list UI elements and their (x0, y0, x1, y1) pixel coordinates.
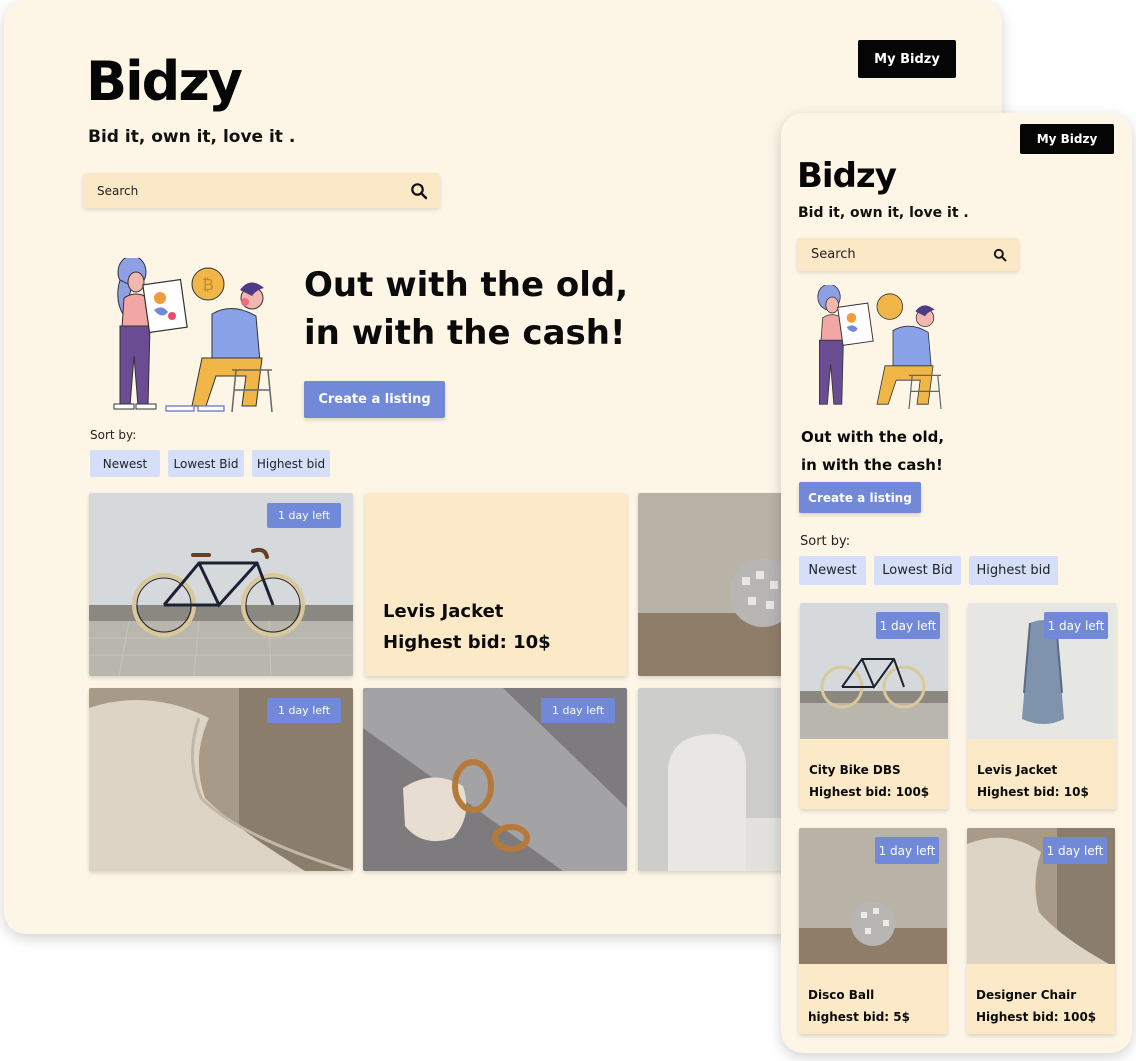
listing-bid: Highest bid: 10$ (383, 632, 551, 653)
listing-info: Levis Jacket Highest bid: 10$ (968, 739, 1116, 809)
sort-highest-bid-button[interactable]: Highest bid (252, 450, 330, 477)
sofa-photo (638, 688, 798, 871)
listing-info: Disco Ball highest bid: 5$ (799, 964, 947, 1034)
create-listing-button[interactable]: Create a listing (304, 381, 445, 418)
listing-card-earrings[interactable]: 1 day left (363, 688, 627, 871)
listing-bid: highest bid: 5$ (808, 1010, 910, 1024)
sort-lowest-bid-button[interactable]: Lowest Bid (874, 556, 961, 585)
search-bar[interactable] (797, 238, 1019, 271)
listing-card-designer-chair[interactable]: 1 day left Designer Chair Highest bid: 1… (967, 828, 1115, 1034)
hero-title: Out with the old, in with the cash! (304, 262, 628, 357)
listing-card-disco-ball[interactable] (638, 493, 798, 676)
sort-newest-button[interactable]: Newest (90, 450, 160, 477)
listing-bid: Highest bid: 100$ (809, 785, 930, 799)
sort-label: Sort by: (90, 428, 137, 442)
create-listing-button[interactable]: Create a listing (799, 482, 921, 513)
search-icon[interactable] (410, 182, 428, 200)
listing-card-chair[interactable]: 1 day left (89, 688, 353, 871)
tagline: Bid it, own it, love it . (88, 127, 296, 147)
listing-card-disco-ball[interactable]: 1 day left Disco Ball highest bid: 5$ (799, 828, 947, 1034)
time-left-badge: 1 day left (875, 837, 939, 864)
search-input[interactable] (809, 246, 972, 263)
listing-card-city-bike[interactable]: 1 day left City Bike DBS Highest bid: 10… (800, 603, 948, 809)
time-left-badge: 1 day left (1043, 837, 1107, 864)
listing-bid: Highest bid: 100$ (976, 1010, 1097, 1024)
hero-line-1: Out with the old, (304, 265, 629, 305)
time-left-badge: 1 day left (267, 503, 341, 528)
search-input[interactable] (95, 182, 366, 199)
listing-card-levis-jacket[interactable]: 1 day left Levis Jacket Highest bid: 10$ (968, 603, 1116, 809)
time-left-badge: 1 day left (267, 698, 341, 723)
hero-line-2: in with the cash! (304, 312, 626, 353)
listing-name: Disco Ball (808, 988, 875, 1002)
sort-lowest-bid-button[interactable]: Lowest Bid (168, 450, 244, 477)
mobile-frame: My Bidzy Bidzy Bid it, own it, love it .… (781, 113, 1132, 1053)
tagline: Bid it, own it, love it . (798, 205, 969, 221)
listing-card-levis-jacket[interactable]: Levis Jacket Highest bid: 10$ (365, 493, 627, 676)
my-bidzy-button[interactable]: My Bidzy (1020, 124, 1114, 154)
sort-highest-bid-button[interactable]: Highest bid (969, 556, 1058, 585)
disco-ball-photo (638, 493, 798, 676)
time-left-badge: 1 day left (876, 612, 940, 639)
listing-name: Levis Jacket (383, 601, 504, 622)
hero-title: Out with the old, in with the cash! (801, 424, 944, 480)
listing-name: Levis Jacket (977, 763, 1058, 777)
listing-bid: Highest bid: 10$ (977, 785, 1089, 799)
listing-info: Designer Chair Highest bid: 100$ (967, 964, 1115, 1034)
listing-name: City Bike DBS (809, 763, 901, 777)
search-bar[interactable] (83, 173, 440, 208)
hero-illustration (805, 285, 945, 413)
listing-info: City Bike DBS Highest bid: 100$ (800, 739, 948, 809)
time-left-badge: 1 day left (1044, 612, 1108, 639)
hero-line-1: Out with the old, (801, 428, 945, 446)
hero-illustration: ₿ (102, 258, 277, 416)
listing-name: Designer Chair (976, 988, 1077, 1002)
hero-line-2: in with the cash! (801, 455, 943, 474)
sort-newest-button[interactable]: Newest (799, 556, 866, 585)
sort-label: Sort by: (800, 534, 851, 549)
search-icon[interactable] (993, 248, 1007, 262)
logo[interactable]: Bidzy (797, 156, 897, 196)
listing-card-bike[interactable]: 1 day left (89, 493, 353, 676)
my-bidzy-button[interactable]: My Bidzy (858, 40, 956, 78)
listing-card-sofa[interactable] (638, 688, 798, 871)
time-left-badge: 1 day left (541, 698, 615, 723)
logo[interactable]: Bidzy (86, 50, 243, 113)
svg-text:₿: ₿ (202, 275, 214, 294)
